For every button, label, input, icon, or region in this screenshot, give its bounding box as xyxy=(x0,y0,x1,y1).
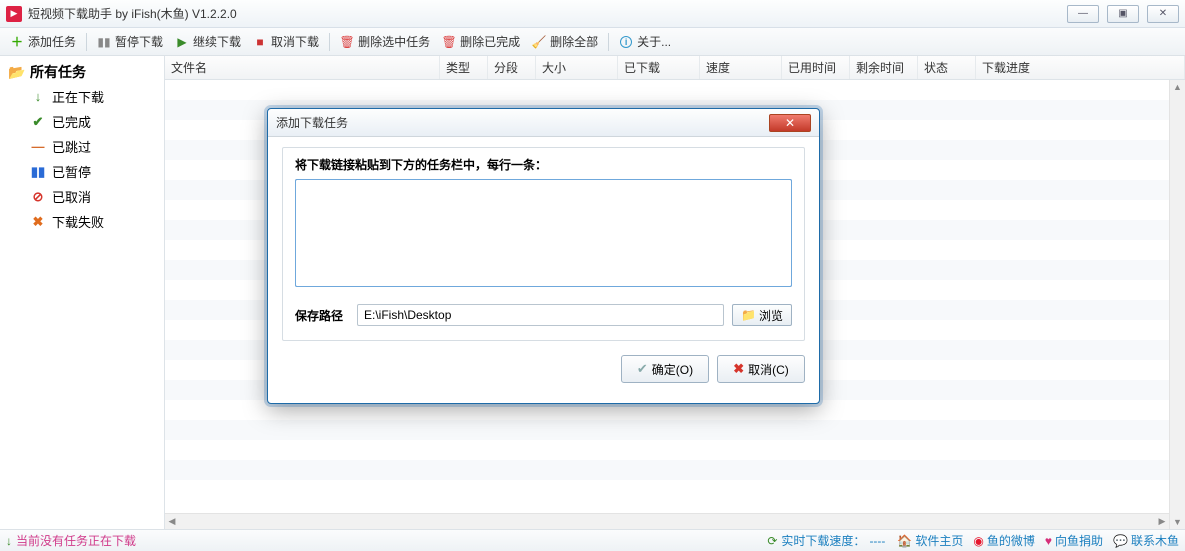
add-task-dialog: 添加下载任务 ✕ 将下载链接粘贴到下方的任务栏中，每行一条： 保存路径 📁浏览 … xyxy=(267,108,820,404)
dialog-mask: 添加下载任务 ✕ 将下载链接粘贴到下方的任务栏中，每行一条： 保存路径 📁浏览 … xyxy=(0,0,1185,551)
dialog-title: 添加下载任务 xyxy=(276,114,348,131)
url-textarea[interactable] xyxy=(295,179,792,287)
x-icon: ✖ xyxy=(733,361,744,377)
path-label: 保存路径 xyxy=(295,307,349,324)
dialog-close-button[interactable]: ✕ xyxy=(769,114,811,132)
dialog-hint: 将下载链接粘贴到下方的任务栏中，每行一条： xyxy=(295,156,792,173)
dialog-titlebar: 添加下载任务 ✕ xyxy=(268,109,819,137)
cancel-button[interactable]: ✖取消(C) xyxy=(717,355,805,383)
folder-icon: 📁 xyxy=(741,308,756,322)
check-icon: ✔ xyxy=(637,361,648,377)
close-icon: ✕ xyxy=(785,116,795,130)
path-input[interactable] xyxy=(357,304,724,326)
browse-button[interactable]: 📁浏览 xyxy=(732,304,792,326)
ok-button[interactable]: ✔确定(O) xyxy=(621,355,709,383)
